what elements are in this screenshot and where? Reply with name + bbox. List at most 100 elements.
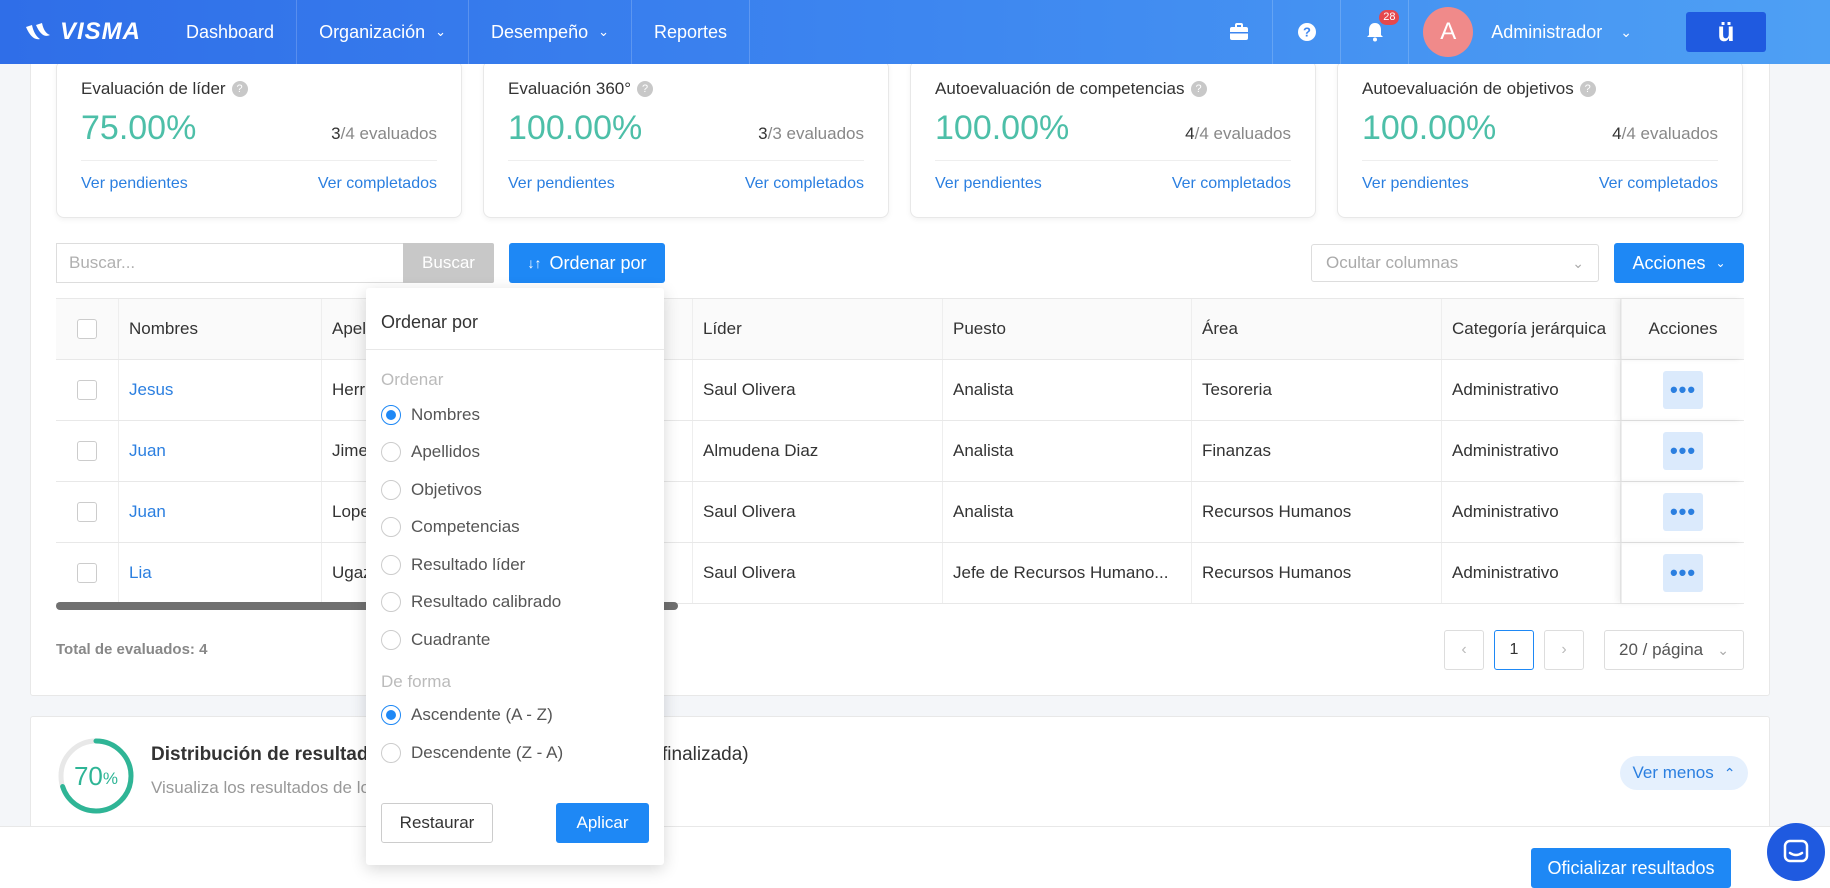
employee-name-link[interactable]: Lia: [119, 543, 322, 603]
stat-percent: 100.00%: [508, 109, 643, 147]
help-button[interactable]: ?: [1273, 0, 1342, 64]
order-option-nombres[interactable]: Nombres: [366, 396, 664, 434]
employee-name-link[interactable]: Jesus: [119, 360, 322, 420]
stat-total: /4 evaluados: [1621, 124, 1718, 143]
row-checkbox[interactable]: [77, 563, 97, 583]
row-actions-cell: •••: [1621, 360, 1744, 420]
actions-button[interactable]: Acciones ⌄: [1614, 243, 1744, 283]
header-lider[interactable]: Líder: [693, 299, 943, 359]
view-pending-link[interactable]: Ver pendientes: [81, 175, 188, 193]
view-completed-link[interactable]: Ver completados: [1172, 175, 1291, 193]
header-area[interactable]: Área: [1192, 299, 1442, 359]
divider: [935, 160, 1291, 161]
more-actions-button[interactable]: •••: [1663, 371, 1703, 409]
view-completed-link[interactable]: Ver completados: [318, 175, 437, 193]
direction-option-descending[interactable]: Descendente (Z - A): [366, 734, 664, 772]
option-label: Resultado líder: [411, 554, 526, 574]
search-input[interactable]: Buscar...: [56, 243, 404, 283]
briefcase-button[interactable]: [1205, 0, 1274, 64]
question-icon[interactable]: ?: [637, 81, 654, 97]
select-all-checkbox[interactable]: [77, 319, 97, 339]
app-switcher-button[interactable]: ü: [1686, 12, 1766, 52]
next-page-button[interactable]: ›: [1544, 630, 1584, 670]
distribution-subtitle: Visualiza los resultados de lo: [151, 778, 370, 797]
visma-logo[interactable]: VISMA: [24, 18, 164, 46]
page-size-value: 20 / página: [1619, 640, 1704, 659]
view-pending-link[interactable]: Ver pendientes: [1362, 175, 1469, 193]
more-actions-button[interactable]: •••: [1663, 432, 1703, 470]
officialize-results-button[interactable]: Oficializar resultados: [1531, 848, 1731, 888]
order-option-objetivos[interactable]: Objetivos: [366, 471, 664, 509]
user-name[interactable]: Administrador: [1491, 22, 1602, 43]
header-nombres[interactable]: Nombres: [119, 299, 322, 359]
employee-name-link[interactable]: Juan: [119, 421, 322, 481]
employee-area: Finanzas: [1192, 421, 1442, 481]
radio-button[interactable]: [381, 629, 401, 650]
direction-options: Ascendente (A - Z) Descendente (Z - A): [366, 697, 664, 772]
view-completed-link[interactable]: Ver completados: [1599, 175, 1718, 193]
stat-percent: 100.00%: [1362, 109, 1497, 147]
question-icon[interactable]: ?: [1190, 81, 1207, 97]
hide-columns-select[interactable]: Ocultar columnas ⌄: [1311, 244, 1599, 282]
employee-position: Analista: [943, 421, 1192, 481]
order-option-resultado-lider[interactable]: Resultado líder: [366, 546, 664, 584]
show-less-button[interactable]: Ver menos ⌃: [1620, 756, 1748, 790]
search-button[interactable]: Buscar: [403, 243, 494, 283]
radio-button[interactable]: [381, 442, 401, 463]
sort-panel-title: Ordenar por: [366, 288, 664, 350]
employee-name-link[interactable]: Juan: [119, 482, 322, 542]
radio-button[interactable]: [381, 404, 401, 425]
employee-category: Administrativo: [1442, 421, 1621, 481]
chevron-down-icon: ⌄: [1572, 254, 1584, 271]
order-option-apellidos[interactable]: Apellidos: [366, 434, 664, 472]
notifications-button[interactable]: 28: [1341, 0, 1410, 64]
radio-button[interactable]: [381, 592, 401, 613]
question-icon[interactable]: ?: [1579, 81, 1596, 97]
order-option-resultado-calibrado[interactable]: Resultado calibrado: [366, 584, 664, 622]
nav-organizacion[interactable]: Organización ⌄: [297, 0, 470, 64]
header-categoria[interactable]: Categoría jerárquica: [1442, 299, 1621, 359]
stat-done: 3: [331, 124, 341, 143]
chevron-left-icon: ‹: [1461, 641, 1467, 658]
radio-button[interactable]: [381, 705, 401, 726]
employee-category: Administrativo: [1442, 360, 1621, 420]
view-completed-link[interactable]: Ver completados: [745, 175, 864, 193]
option-label: Resultado calibrado: [411, 592, 562, 612]
chat-launcher-button[interactable]: [1767, 823, 1825, 881]
sort-by-label: Ordenar por: [549, 252, 647, 273]
question-icon[interactable]: ?: [231, 81, 248, 97]
order-options: Nombres Apellidos Objetivos Competencias…: [366, 396, 664, 659]
prev-page-button[interactable]: ‹: [1444, 630, 1484, 670]
option-label: Competencias: [411, 517, 520, 537]
view-pending-link[interactable]: Ver pendientes: [508, 175, 615, 193]
page-number-button[interactable]: 1: [1494, 630, 1534, 670]
more-actions-button[interactable]: •••: [1663, 554, 1703, 592]
radio-button[interactable]: [381, 742, 401, 763]
apply-button[interactable]: Aplicar: [556, 803, 649, 843]
order-option-competencias[interactable]: Competencias: [366, 509, 664, 547]
stat-title: Autoevaluación de competencias?: [935, 79, 1291, 99]
page-size-select[interactable]: 20 / página ⌄: [1604, 630, 1744, 670]
more-actions-button[interactable]: •••: [1663, 493, 1703, 531]
row-checkbox[interactable]: [77, 380, 97, 400]
order-option-cuadrante[interactable]: Cuadrante: [366, 621, 664, 659]
nav-dashboard[interactable]: Dashboard: [164, 0, 298, 64]
row-checkbox[interactable]: [77, 502, 97, 522]
reset-button[interactable]: Restaurar: [381, 803, 493, 843]
radio-button[interactable]: [381, 517, 401, 538]
radio-button[interactable]: [381, 554, 401, 575]
nav-organizacion-label: Organización: [319, 21, 426, 42]
header-puesto[interactable]: Puesto: [943, 299, 1192, 359]
direction-option-ascending[interactable]: Ascendente (A - Z): [366, 697, 664, 735]
chevron-down-icon[interactable]: ⌄: [1620, 24, 1632, 41]
radio-button[interactable]: [381, 479, 401, 500]
view-pending-link[interactable]: Ver pendientes: [935, 175, 1042, 193]
avatar[interactable]: A: [1423, 7, 1474, 57]
nav-reportes[interactable]: Reportes: [632, 0, 751, 64]
nav-desempeno[interactable]: Desempeño ⌄: [469, 0, 632, 64]
row-checkbox[interactable]: [77, 441, 97, 461]
sort-by-button[interactable]: ↓↑ Ordenar por: [509, 243, 665, 283]
bell-icon: [1366, 23, 1383, 42]
nav-dashboard-label: Dashboard: [186, 21, 275, 42]
divider: [508, 160, 864, 161]
